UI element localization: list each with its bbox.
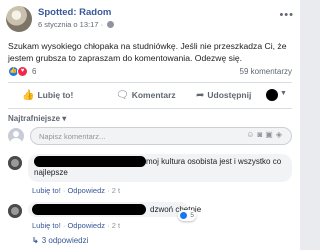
- comment-count-link[interactable]: 59 komentarzy: [240, 67, 292, 76]
- comment-reply-link[interactable]: Odpowiedz: [67, 186, 105, 195]
- share-arrow-icon: ➦: [196, 90, 205, 101]
- like-button[interactable]: 👍 Lubię to!: [22, 86, 73, 104]
- globe-icon: [107, 21, 115, 28]
- redacted-name: [34, 156, 146, 167]
- separator: ·: [62, 221, 66, 230]
- comment-item: dzwoń chętnie 5 Lubię to! · Odpowiedz · …: [8, 202, 292, 232]
- comment-actions: Lubię to! · Odpowiedz · 2 t: [32, 186, 120, 195]
- comment-sort-dropdown[interactable]: Najtrafniejsze ▾: [8, 114, 66, 123]
- speech-bubble-icon: 🗨: [116, 90, 129, 101]
- post-text: Szukam wysokiego chłopaka na studniówkę.…: [8, 41, 287, 63]
- divider: [8, 82, 292, 83]
- separator: ·: [62, 186, 66, 195]
- comment-reaction-badge[interactable]: 5: [178, 210, 196, 221]
- page-name-link[interactable]: Spotted: Radom: [38, 7, 111, 18]
- more-dots-icon[interactable]: •••: [279, 9, 294, 21]
- emoji-icon[interactable]: ☺: [246, 130, 257, 139]
- comment-reply-link[interactable]: Odpowiedz: [67, 221, 105, 230]
- share-button-label: Udostępnij: [207, 90, 252, 100]
- comment-button[interactable]: 🗨 Komentarz: [116, 86, 176, 104]
- page-avatar[interactable]: [6, 6, 32, 32]
- avatar: [266, 89, 278, 101]
- redacted-name: [32, 204, 146, 215]
- reaction-count[interactable]: 6: [32, 67, 36, 76]
- post-meta: 6 stycznia o 13:17 ·: [38, 20, 115, 29]
- reply-arrow-icon: ↳: [32, 236, 39, 245]
- post-actions: 👍 Lubię to! 🗨 Komentarz ➦ Udostępnij ▼: [8, 86, 292, 104]
- sticker-icon[interactable]: ◈: [276, 130, 285, 139]
- facebook-post-card: Spotted: Radom 6 stycznia o 13:17 · ••• …: [0, 0, 300, 250]
- love-reaction-icon: ♥: [17, 66, 28, 77]
- comment-button-label: Komentarz: [131, 90, 176, 100]
- meta-separator: ·: [100, 20, 104, 29]
- comment-bubble: moj kultura osobista jest i wszystko co …: [28, 154, 292, 182]
- comment-input[interactable]: [39, 130, 189, 142]
- composer-icons: ☺◙▣◈: [246, 130, 285, 139]
- divider: [8, 108, 292, 109]
- user-avatar: [8, 128, 24, 144]
- post-as-selector[interactable]: ▼: [266, 89, 290, 101]
- commenter-avatar[interactable]: [8, 156, 22, 170]
- comment-bubble: dzwoń chętnie: [28, 202, 201, 217]
- comment-like-link[interactable]: Lubię to!: [32, 186, 61, 195]
- like-button-label: Lubię to!: [37, 90, 74, 100]
- chevron-down-icon: ▼: [280, 90, 287, 97]
- post-timestamp[interactable]: 6 stycznia o 13:17: [38, 20, 98, 29]
- comment-age[interactable]: 2 t: [112, 221, 120, 230]
- comment-like-link[interactable]: Lubię to!: [32, 221, 61, 230]
- comment-composer: ☺◙▣◈: [8, 126, 292, 146]
- share-button[interactable]: ➦ Udostępnij: [196, 86, 251, 104]
- reactions-bar[interactable]: 👍 ♥ 6 59 komentarzy: [8, 66, 292, 78]
- separator: ·: [107, 221, 110, 230]
- view-replies-link[interactable]: ↳ 3 odpowiedzi: [32, 236, 88, 245]
- replies-label: 3 odpowiedzi: [41, 236, 89, 245]
- thumb-up-icon: 👍: [22, 90, 35, 101]
- comment-age[interactable]: 2 t: [112, 186, 120, 195]
- comment-input-box[interactable]: ☺◙▣◈: [30, 127, 292, 145]
- separator: ·: [107, 186, 110, 195]
- commenter-avatar[interactable]: [8, 204, 22, 218]
- comment-item: moj kultura osobista jest i wszystko co …: [8, 154, 292, 202]
- comment-actions: Lubię to! · Odpowiedz · 2 t: [32, 221, 120, 230]
- gif-icon[interactable]: ▣: [265, 130, 276, 139]
- post-header: Spotted: Radom 6 stycznia o 13:17 · •••: [6, 6, 296, 32]
